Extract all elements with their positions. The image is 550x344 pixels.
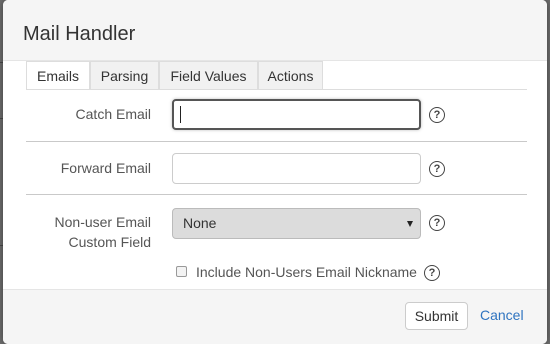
dialog-footer: Submit Cancel: [3, 289, 547, 344]
catch-email-label: Catch Email: [75, 106, 151, 122]
select-value: None: [183, 215, 217, 231]
tab-actions[interactable]: Actions: [258, 61, 323, 90]
forward-email-help-icon[interactable]: ?: [429, 161, 445, 177]
mail-handler-dialog: Mail Handler Emails Parsing Field Values…: [3, 0, 547, 344]
non-user-email-label-line2: Custom Field: [68, 234, 151, 250]
tab-field-values[interactable]: Field Values: [159, 61, 258, 90]
dialog-header: Mail Handler: [3, 0, 547, 61]
non-user-email-field-select[interactable]: None: [172, 208, 421, 239]
chevron-down-icon: [407, 221, 413, 227]
non-user-email-label-line1: Non-user Email: [54, 214, 151, 230]
section-divider: [26, 194, 527, 195]
dialog-title: Mail Handler: [23, 23, 136, 45]
non-user-email-help-icon[interactable]: ?: [429, 215, 445, 231]
catch-email-input[interactable]: [172, 99, 421, 130]
include-nickname-label[interactable]: Include Non-Users Email Nickname: [196, 264, 417, 280]
text-cursor: [180, 106, 181, 123]
include-nickname-help-icon[interactable]: ?: [424, 265, 440, 281]
tab-divider: [26, 89, 527, 90]
submit-button[interactable]: Submit: [405, 302, 468, 330]
tab-emails[interactable]: Emails: [26, 61, 90, 90]
catch-email-help-icon[interactable]: ?: [429, 107, 445, 123]
section-divider: [26, 141, 527, 142]
cancel-link[interactable]: Cancel: [480, 307, 524, 323]
forward-email-label: Forward Email: [60, 160, 151, 176]
forward-email-input[interactable]: [172, 153, 421, 184]
include-nickname-checkbox[interactable]: [176, 266, 187, 277]
tab-parsing[interactable]: Parsing: [90, 61, 159, 90]
